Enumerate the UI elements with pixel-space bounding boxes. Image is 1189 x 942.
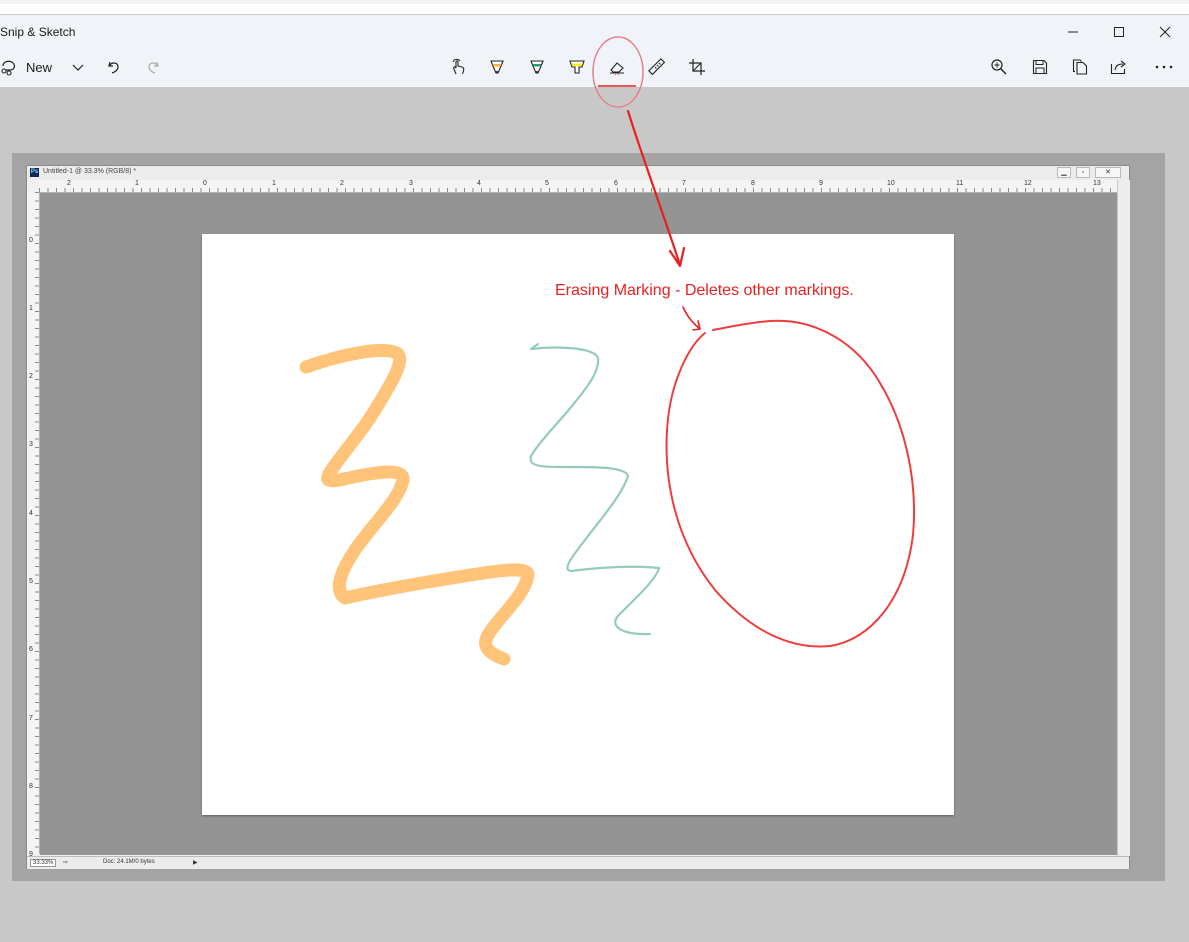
eraser-highlight-circle — [592, 36, 644, 108]
ink-overlay — [299, 36, 916, 666]
red-oval-stroke — [665, 319, 916, 648]
red-pointer-arrow — [626, 109, 682, 267]
small-red-arrow — [682, 306, 701, 331]
annotation-text: Erasing Marking - Deletes other markings… — [555, 282, 854, 299]
teal-stroke — [529, 342, 661, 636]
orange-stroke — [299, 344, 535, 666]
